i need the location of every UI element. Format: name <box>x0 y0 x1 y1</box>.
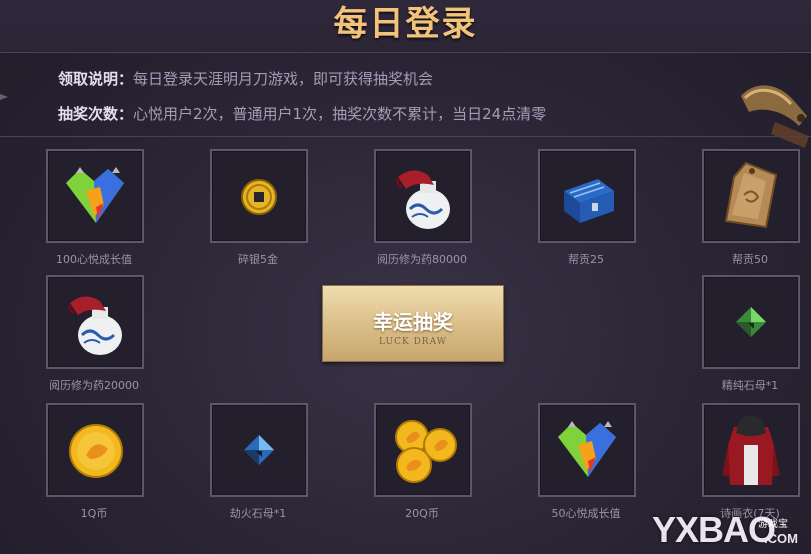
prize-cell: 劫火石母*1 <box>209 403 308 521</box>
coin-icon <box>241 179 277 215</box>
prize-slot[interactable] <box>538 149 636 243</box>
prize-slot[interactable] <box>210 149 308 243</box>
chest-icon <box>564 179 614 223</box>
prize-label: 50心悦成长值 <box>551 507 621 520</box>
watermark: YXBAO 游戏宝 .COM <box>640 507 811 554</box>
horn-decoration-icon <box>741 85 809 148</box>
prize-cell: 1Q币 <box>45 403 144 521</box>
count-text: 心悦用户2次，普通用户1次，抽奖次数不累计，当日24点清零 <box>133 105 547 123</box>
lucky-draw-sublabel: LUCK DRAW <box>379 337 447 347</box>
prize-label: 1Q币 <box>80 507 108 520</box>
count-info: 抽奖次数：心悦用户2次，普通用户1次，抽奖次数不累计，当日24点清零 <box>58 103 546 124</box>
prize-label: 帮贡25 <box>568 253 604 266</box>
prize-slot[interactable] <box>210 403 308 497</box>
prize-label: 帮贡50 <box>732 253 768 266</box>
watermark-domain: .COM <box>764 531 798 546</box>
lucky-draw-label: 幸运抽奖 <box>373 310 453 334</box>
prize-cell: 阅历修为药20000 <box>45 275 144 393</box>
page-title: 每日登录 <box>333 4 478 44</box>
watermark-tag: 游戏宝 <box>758 519 788 530</box>
prize-slot[interactable] <box>702 149 800 243</box>
prize-label: 阅历修为药80000 <box>377 253 467 266</box>
prize-slot[interactable] <box>46 149 144 243</box>
xinyue-gem-icon <box>558 421 616 477</box>
rule-text: 每日登录天涯明月刀游戏，即可获得抽奖机会 <box>133 70 434 88</box>
prize-label: 100心悦成长值 <box>56 253 132 266</box>
prize-cell: 50心悦成长值 <box>537 403 636 521</box>
prize-label: 碎银5金 <box>238 253 278 266</box>
prize-cell: 20Q币 <box>373 403 472 521</box>
prize-slot[interactable] <box>46 275 144 369</box>
potion-jar-icon <box>396 170 450 229</box>
token-icon <box>724 161 778 229</box>
potion-jar-icon <box>68 296 122 355</box>
count-label: 抽奖次数： <box>58 105 134 123</box>
q-coin-icon <box>69 424 123 478</box>
prize-slot[interactable] <box>46 403 144 497</box>
prize-label: 精纯石母*1 <box>721 379 779 392</box>
prize-cell: 帮贡25 <box>537 149 636 267</box>
rule-label: 领取说明： <box>58 70 134 88</box>
prize-cell: 诗画衣(7天) <box>701 403 800 521</box>
prize-cell: 碎银5金 <box>209 149 308 267</box>
prize-cell: 精纯石母*1 <box>701 275 800 393</box>
prize-slot[interactable] <box>538 403 636 497</box>
prize-slot[interactable] <box>702 403 800 497</box>
outfit-icon <box>722 416 780 485</box>
blue-crystal-icon <box>244 435 274 465</box>
prize-cell: 阅历修为药80000 <box>373 149 472 267</box>
prize-cell: 100心悦成长值 <box>45 149 144 267</box>
prize-slot[interactable] <box>374 149 472 243</box>
green-crystal-icon <box>736 307 766 337</box>
rule-info: 领取说明：每日登录天涯明月刀游戏，即可获得抽奖机会 <box>58 68 433 89</box>
decor-left-icon <box>0 94 8 100</box>
prize-slot[interactable] <box>702 275 800 369</box>
divider <box>0 136 811 137</box>
q-coins-icon <box>395 420 457 483</box>
prize-label: 20Q币 <box>405 507 439 520</box>
lucky-draw-button[interactable]: 幸运抽奖 LUCK DRAW <box>322 285 504 362</box>
prize-slot[interactable] <box>374 403 472 497</box>
watermark-brand: YXBAO <box>652 509 776 550</box>
xinyue-gem-icon <box>66 167 124 223</box>
prize-cell: 帮贡50 <box>701 149 800 267</box>
prize-label: 劫火石母*1 <box>229 507 287 520</box>
prize-label: 阅历修为药20000 <box>49 379 139 392</box>
